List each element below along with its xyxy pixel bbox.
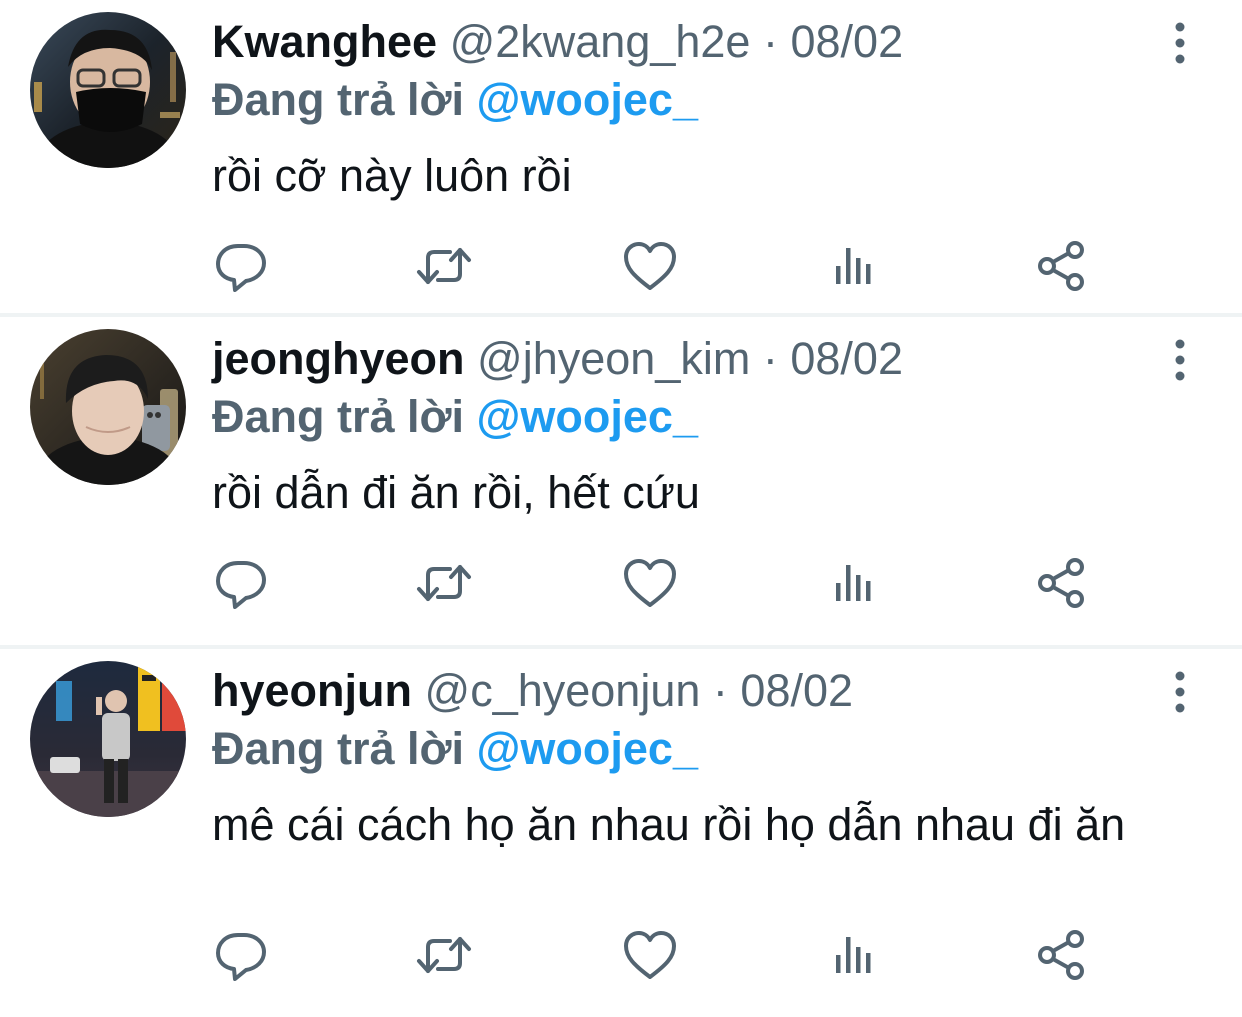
reply-mention-link[interactable]: @woojec_ bbox=[477, 391, 698, 442]
tweet-actions bbox=[212, 236, 1112, 296]
display-name[interactable]: jeonghyeon bbox=[212, 333, 465, 384]
reply-icon[interactable] bbox=[212, 925, 272, 985]
tweet-header: hyeonjun @c_hyeonjun · 08/02 bbox=[212, 665, 853, 717]
retweet-icon[interactable] bbox=[414, 925, 474, 985]
separator: · bbox=[712, 665, 728, 716]
more-options-icon[interactable] bbox=[1158, 18, 1202, 68]
reply-mention-link[interactable]: @woojec_ bbox=[477, 74, 698, 125]
replying-to: Đang trả lời @woojec_ bbox=[212, 391, 698, 443]
tweet[interactable]: Kwanghee @2kwang_h2e · 08/02 Đang trả lờ… bbox=[0, 0, 1242, 313]
retweet-icon[interactable] bbox=[414, 553, 474, 613]
tweet-text: mê cái cách họ ăn nhau rồi họ dẫn nhau đ… bbox=[212, 799, 1126, 850]
reply-feed: Kwanghee @2kwang_h2e · 08/02 Đang trả lờ… bbox=[0, 0, 1242, 1015]
tweet-date[interactable]: 08/02 bbox=[791, 16, 904, 67]
replying-to: Đang trả lời @woojec_ bbox=[212, 723, 698, 775]
tweet-actions bbox=[212, 925, 1112, 985]
share-icon[interactable] bbox=[1032, 925, 1092, 985]
replying-to: Đang trả lời @woojec_ bbox=[212, 74, 698, 126]
tweet-header: Kwanghee @2kwang_h2e · 08/02 bbox=[212, 16, 903, 68]
tweet[interactable]: hyeonjun @c_hyeonjun · 08/02 Đang trả lờ… bbox=[0, 649, 1242, 1017]
more-options-icon[interactable] bbox=[1158, 667, 1202, 717]
replying-to-label: Đang trả lời bbox=[212, 723, 465, 774]
tweet-actions bbox=[212, 553, 1112, 613]
retweet-icon[interactable] bbox=[414, 236, 474, 296]
more-options-icon[interactable] bbox=[1158, 335, 1202, 385]
display-name[interactable]: hyeonjun bbox=[212, 665, 412, 716]
replying-to-label: Đang trả lời bbox=[212, 391, 465, 442]
separator: · bbox=[762, 16, 778, 67]
like-icon[interactable] bbox=[620, 553, 680, 613]
tweet[interactable]: jeonghyeon @jhyeon_kim · 08/02 Đang trả … bbox=[0, 317, 1242, 645]
share-icon[interactable] bbox=[1032, 236, 1092, 296]
like-icon[interactable] bbox=[620, 925, 680, 985]
avatar[interactable] bbox=[30, 661, 186, 817]
reply-icon[interactable] bbox=[212, 553, 272, 613]
avatar[interactable] bbox=[30, 12, 186, 168]
reply-mention-link[interactable]: @woojec_ bbox=[477, 723, 698, 774]
share-icon[interactable] bbox=[1032, 553, 1092, 613]
like-icon[interactable] bbox=[620, 236, 680, 296]
handle[interactable]: @c_hyeonjun bbox=[425, 665, 701, 716]
avatar[interactable] bbox=[30, 329, 186, 485]
views-icon[interactable] bbox=[826, 925, 886, 985]
replying-to-label: Đang trả lời bbox=[212, 74, 465, 125]
tweet-text: rồi dẫn đi ăn rồi, hết cứu bbox=[212, 467, 700, 518]
tweet-header: jeonghyeon @jhyeon_kim · 08/02 bbox=[212, 333, 903, 385]
reply-icon[interactable] bbox=[212, 236, 272, 296]
views-icon[interactable] bbox=[826, 236, 886, 296]
handle[interactable]: @2kwang_h2e bbox=[450, 16, 751, 67]
handle[interactable]: @jhyeon_kim bbox=[477, 333, 750, 384]
views-icon[interactable] bbox=[826, 553, 886, 613]
display-name[interactable]: Kwanghee bbox=[212, 16, 437, 67]
tweet-date[interactable]: 08/02 bbox=[740, 665, 853, 716]
separator: · bbox=[762, 333, 778, 384]
tweet-date[interactable]: 08/02 bbox=[790, 333, 903, 384]
tweet-text: rồi cỡ này luôn rồi bbox=[212, 150, 572, 201]
